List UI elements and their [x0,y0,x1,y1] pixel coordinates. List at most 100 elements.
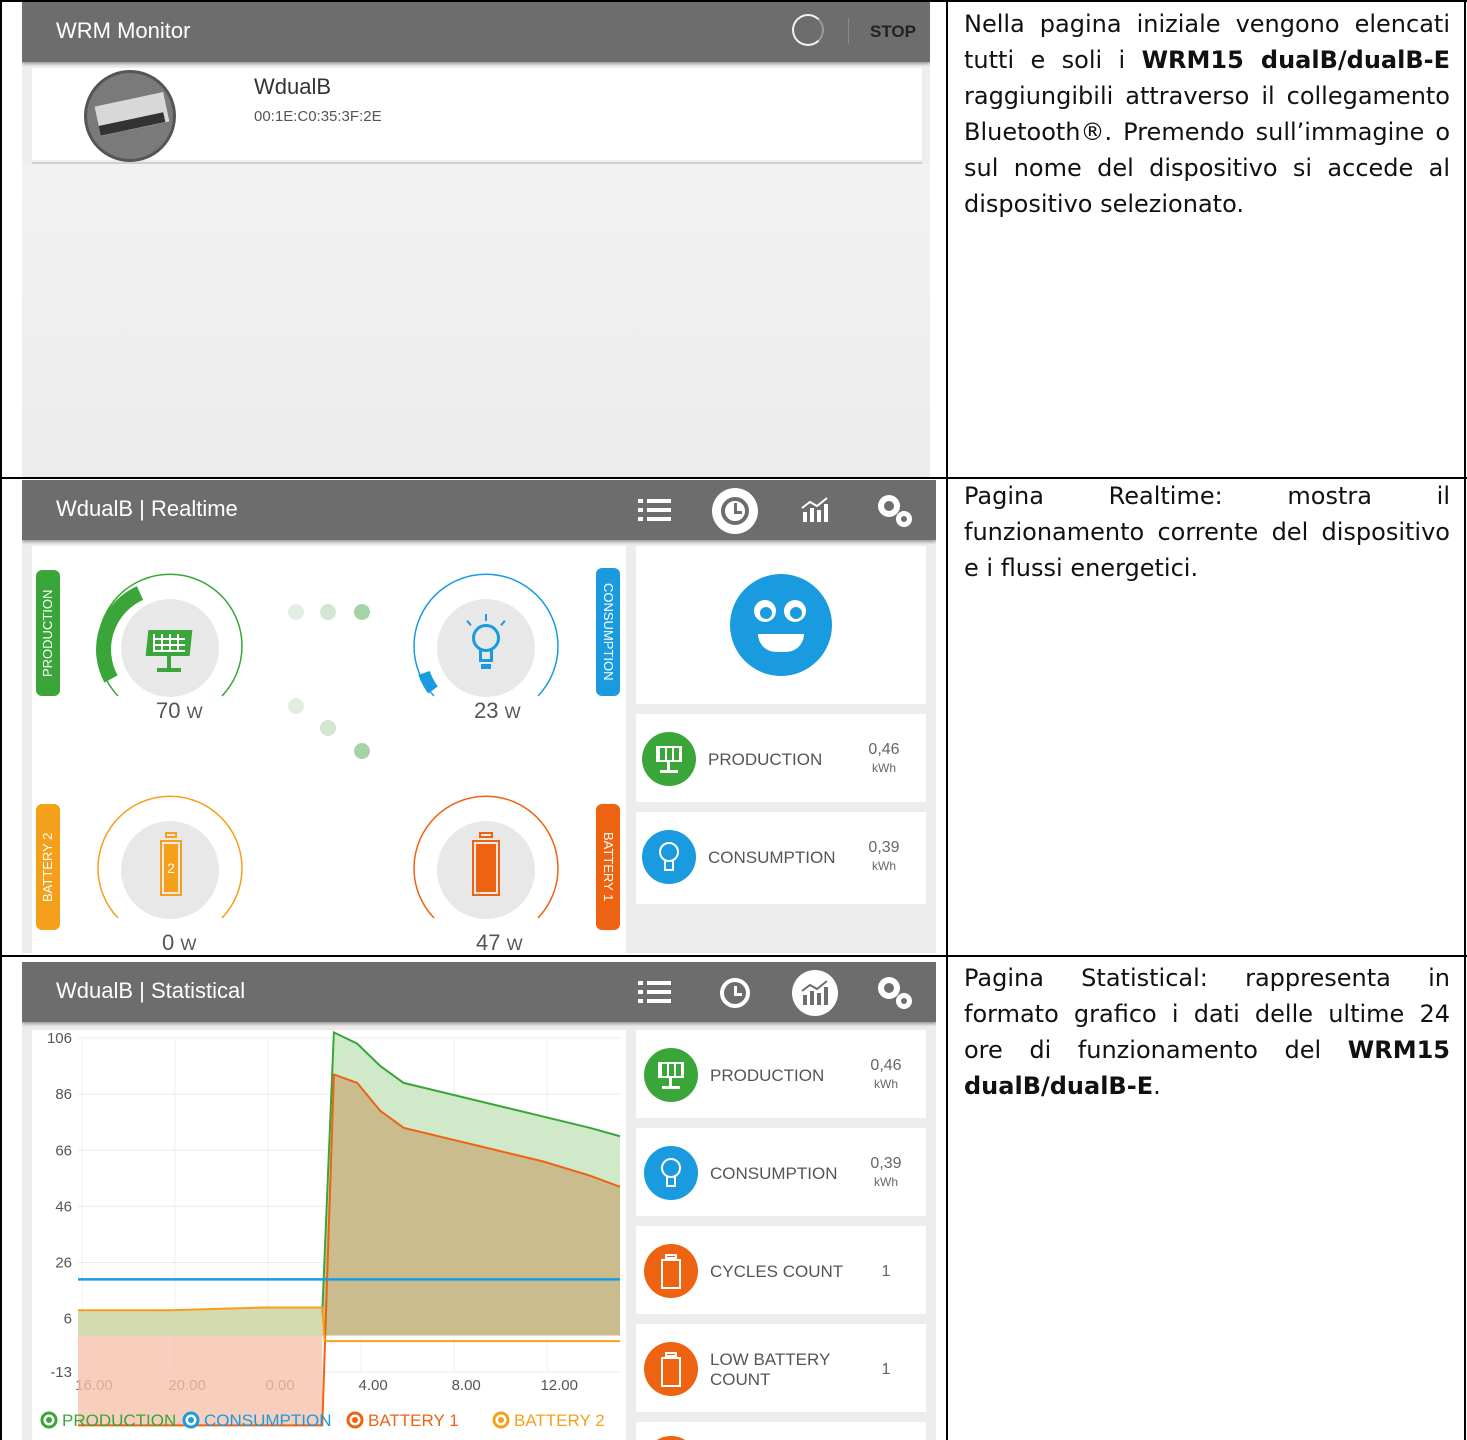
battery-icon [644,1342,698,1396]
legend-label: BATTERY 1 [368,1411,459,1430]
flow-dot [320,604,336,620]
status-smiley-card [636,546,926,704]
stat-label: CONSUMPTION [710,1164,838,1183]
x-tick-label: 12.00 [540,1377,578,1394]
empty-area [22,164,930,477]
description-row1: Nella pagina iniziale vengono elencati t… [964,10,1450,218]
y-tick-label: 106 [47,1030,72,1047]
screenshot-realtime: WdualB | Realtime PRODUCTION CONSUMPTION… [22,480,936,953]
solar-panel-icon [644,1048,698,1102]
statistics-icon[interactable] [792,970,838,1016]
description-row3: Pagina Statistical: rappresenta in forma… [964,964,1450,1100]
y-tick-label: -13 [50,1364,72,1381]
stat-value: 0,46 kWh [870,1057,902,1091]
lightbulb-icon [644,1146,698,1200]
consumption-tab: CONSUMPTION [596,568,620,696]
legend-marker-dot [352,1417,358,1423]
stat-value: 0,39 kWh [868,839,900,873]
lightbulb-icon [464,614,508,676]
stat-production-card: PRODUCTION 0,46 kWh [636,1030,926,1118]
statistics-chart: 106866646266-1316.0020.000.004.008.0012.… [40,1030,621,1430]
battery2-area [78,1307,323,1336]
list-icon[interactable] [638,981,672,1003]
stat-value: 0,39 kWh [870,1155,902,1189]
stat-cycles-card: CYCLES COUNT 1 [636,1226,926,1314]
app-title: WdualB | Realtime [56,496,238,521]
battery2-watt: 0 W [162,930,197,953]
table-row-divider-2 [0,955,1467,957]
stat-label: PRODUCTION [708,750,823,769]
list-icon[interactable] [638,499,672,521]
energy-flow-card: PRODUCTION CONSUMPTION BATTERY 2 BATTERY… [32,546,626,953]
realtime-icon[interactable] [712,488,758,534]
y-tick-label: 26 [55,1255,72,1272]
stat-value: 1 [881,1263,891,1280]
app-bar: WdualB | Statistical [22,962,936,1022]
consumption-watt: 23 W [474,698,521,723]
legend-marker-dot [188,1417,194,1423]
stat-label: LOW BATTERY COUNT [710,1350,830,1389]
y-tick-label: 86 [55,1086,72,1103]
realtime-icon[interactable] [720,978,750,1008]
x-tick-label: 4.00 [359,1377,388,1394]
legend-label: CONSUMPTION [204,1411,332,1430]
flow-dot [288,698,304,714]
screenshot-statistical: WdualB | Statistical 106 86 66 46 26 6 -… [22,962,936,1440]
table-border-left [0,0,2,1440]
flow-dot [288,604,304,620]
appbar-divider [848,18,849,44]
stat-value: 0,46 kWh [868,741,900,775]
smiley-face-icon [730,574,832,676]
lightbulb-icon [642,830,696,884]
chart-card: 106866646266-1316.0020.000.004.008.0012.… [32,1030,626,1440]
device-mac: 00:1E:C0:35:3F:2E [254,108,382,125]
y-tick-label: 6 [64,1311,72,1328]
stat-next-card [636,1422,926,1440]
legend-marker-dot [498,1417,504,1423]
stat-low-battery-card: LOW BATTERY COUNT 1 [636,1324,926,1412]
stat-value: 1 [881,1361,891,1378]
settings-gear-icon[interactable] [876,975,916,1011]
stat-consumption-card: CONSUMPTION 0,39 kWh [636,1128,926,1216]
loading-spinner-icon [792,14,824,46]
y-tick-label: 46 [55,1198,72,1215]
device-list-item[interactable]: WdualB 00:1E:C0:35:3F:2E [32,68,922,162]
description-row2: Pagina Realtime: mostra il funzionamento… [964,482,1450,582]
stop-button[interactable]: STOP [870,22,916,42]
stat-consumption-card: CONSUMPTION 0,39 kWh [636,812,926,904]
solar-panel-icon [145,626,195,676]
battery1-watt: 47 W [476,930,523,953]
table-border-right [1464,0,1466,1440]
screenshot-device-list: WRM Monitor STOP WdualB 00:1E:C0:35:3F:2… [22,2,930,477]
app-bar: WdualB | Realtime [22,480,936,540]
legend-label: BATTERY 2 [514,1411,605,1430]
battery-icon [644,1244,698,1298]
production-watt: 70 W [156,698,203,723]
device-thumbnail[interactable] [84,70,176,162]
battery2-icon: 2 [160,832,182,896]
device-name[interactable]: WdualB [254,74,331,100]
solar-panel-icon [642,732,696,786]
settings-gear-icon[interactable] [876,493,916,529]
battery2-tab: BATTERY 2 [36,804,60,930]
flow-dot [320,720,336,736]
x-tick-label: 8.00 [452,1377,481,1394]
app-title: WRM Monitor [56,18,191,43]
stat-production-card: PRODUCTION 0,46 kWh [636,714,926,802]
battery1-tab: BATTERY 1 [596,804,620,930]
production-tab: PRODUCTION [36,570,60,696]
legend-marker-dot [46,1417,52,1423]
flow-dot [354,743,370,759]
battery1-icon [472,832,500,896]
statistics-icon[interactable] [800,496,830,524]
table-column-divider [946,0,948,1440]
stat-label: PRODUCTION [710,1066,825,1085]
app-bar: WRM Monitor STOP [22,2,930,62]
app-title: WdualB | Statistical [56,978,246,1003]
document-table: WRM Monitor STOP WdualB 00:1E:C0:35:3F:2… [0,0,1467,1440]
y-tick-label: 66 [55,1142,72,1159]
stat-label: CONSUMPTION [708,848,836,867]
flow-dot [354,604,370,620]
legend-label: PRODUCTION [62,1411,176,1430]
stat-label: CYCLES COUNT [710,1262,844,1281]
